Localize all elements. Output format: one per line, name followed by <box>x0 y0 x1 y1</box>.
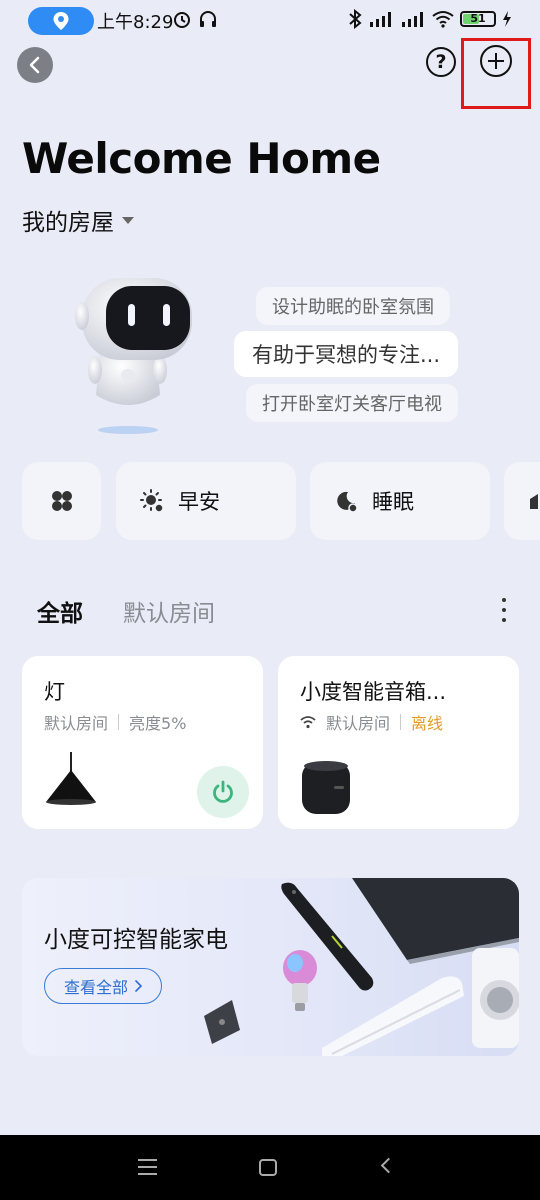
house-selector-label: 我的房屋 <box>22 210 114 236</box>
view-all-label: 查看全部 <box>63 978 128 997</box>
device-status: 亮度5% <box>129 714 187 733</box>
view-all-button[interactable]: 查看全部 <box>44 968 162 1004</box>
scene-morning[interactable]: 早安 <box>116 462 296 540</box>
lamp-icon <box>46 752 96 805</box>
wifi-icon <box>300 716 316 729</box>
alarm-icon <box>174 12 190 28</box>
sun-icon <box>140 489 164 513</box>
divider <box>400 714 402 730</box>
scene-sleep[interactable]: 睡眠 <box>310 462 490 540</box>
question-mark-icon: ? <box>435 51 447 73</box>
recent-apps-button[interactable] <box>138 1159 157 1175</box>
tab-all[interactable]: 全部 <box>37 594 83 628</box>
smart-appliances-banner[interactable]: 小度可控智能家电 查看全部 <box>22 878 519 1056</box>
help-button[interactable]: ? <box>426 47 456 77</box>
chevron-right-icon <box>135 980 142 992</box>
signal-icon <box>370 12 391 27</box>
home-button[interactable] <box>259 1159 277 1176</box>
device-name: 小度智能音箱... <box>300 680 447 704</box>
battery-icon: 51 <box>460 11 496 27</box>
scene-card-partial[interactable] <box>504 462 540 540</box>
back-button[interactable] <box>17 47 53 83</box>
appliances-illustration <box>204 878 519 1056</box>
location-indicator <box>28 7 94 35</box>
suggestion-chip-main[interactable]: 有助于冥想的专注... <box>234 331 459 377</box>
suggestion-chip[interactable]: 打开卧室灯关客厅电视 <box>246 384 458 422</box>
more-options-button[interactable] <box>499 598 509 622</box>
grid-icon <box>51 491 72 511</box>
page-title: Welcome Home <box>22 134 381 183</box>
device-card-speaker[interactable]: 小度智能音箱... 默认房间 离线 <box>278 656 519 829</box>
caret-down-icon <box>122 216 134 224</box>
location-icon <box>53 12 69 30</box>
device-room: 默认房间 <box>326 714 391 733</box>
speaker-icon <box>302 761 350 814</box>
system-navigation-bar <box>0 1135 540 1200</box>
device-status-offline: 离线 <box>411 714 444 733</box>
status-time: 上午8:29 <box>97 12 174 33</box>
device-room: 默认房间 <box>44 714 109 733</box>
scene-label: 早安 <box>178 490 220 514</box>
signal-icon <box>402 12 423 27</box>
power-icon <box>213 780 233 803</box>
scene-label: 睡眠 <box>372 490 414 514</box>
charging-icon <box>503 11 511 27</box>
highlight-box <box>461 38 531 109</box>
battery-level: 51 <box>470 12 486 25</box>
scene-icon <box>530 494 538 509</box>
robot-assistant-image[interactable] <box>70 270 200 440</box>
device-name: 灯 <box>44 680 65 704</box>
bluetooth-icon <box>349 9 362 29</box>
system-back-button[interactable] <box>380 1157 397 1174</box>
device-card-lamp[interactable]: 灯 默认房间 亮度5% <box>22 656 263 829</box>
headphone-icon <box>200 11 216 27</box>
power-toggle-button[interactable] <box>197 766 249 818</box>
moon-icon <box>337 491 358 513</box>
chevron-left-icon <box>29 56 40 74</box>
house-selector[interactable]: 我的房屋 <box>22 203 134 237</box>
suggestion-chip[interactable]: 设计助眠的卧室氛围 <box>256 287 450 325</box>
divider <box>118 714 120 730</box>
tab-default-room[interactable]: 默认房间 <box>123 594 215 628</box>
wifi-icon <box>432 11 454 28</box>
scene-grid-button[interactable] <box>22 462 101 540</box>
